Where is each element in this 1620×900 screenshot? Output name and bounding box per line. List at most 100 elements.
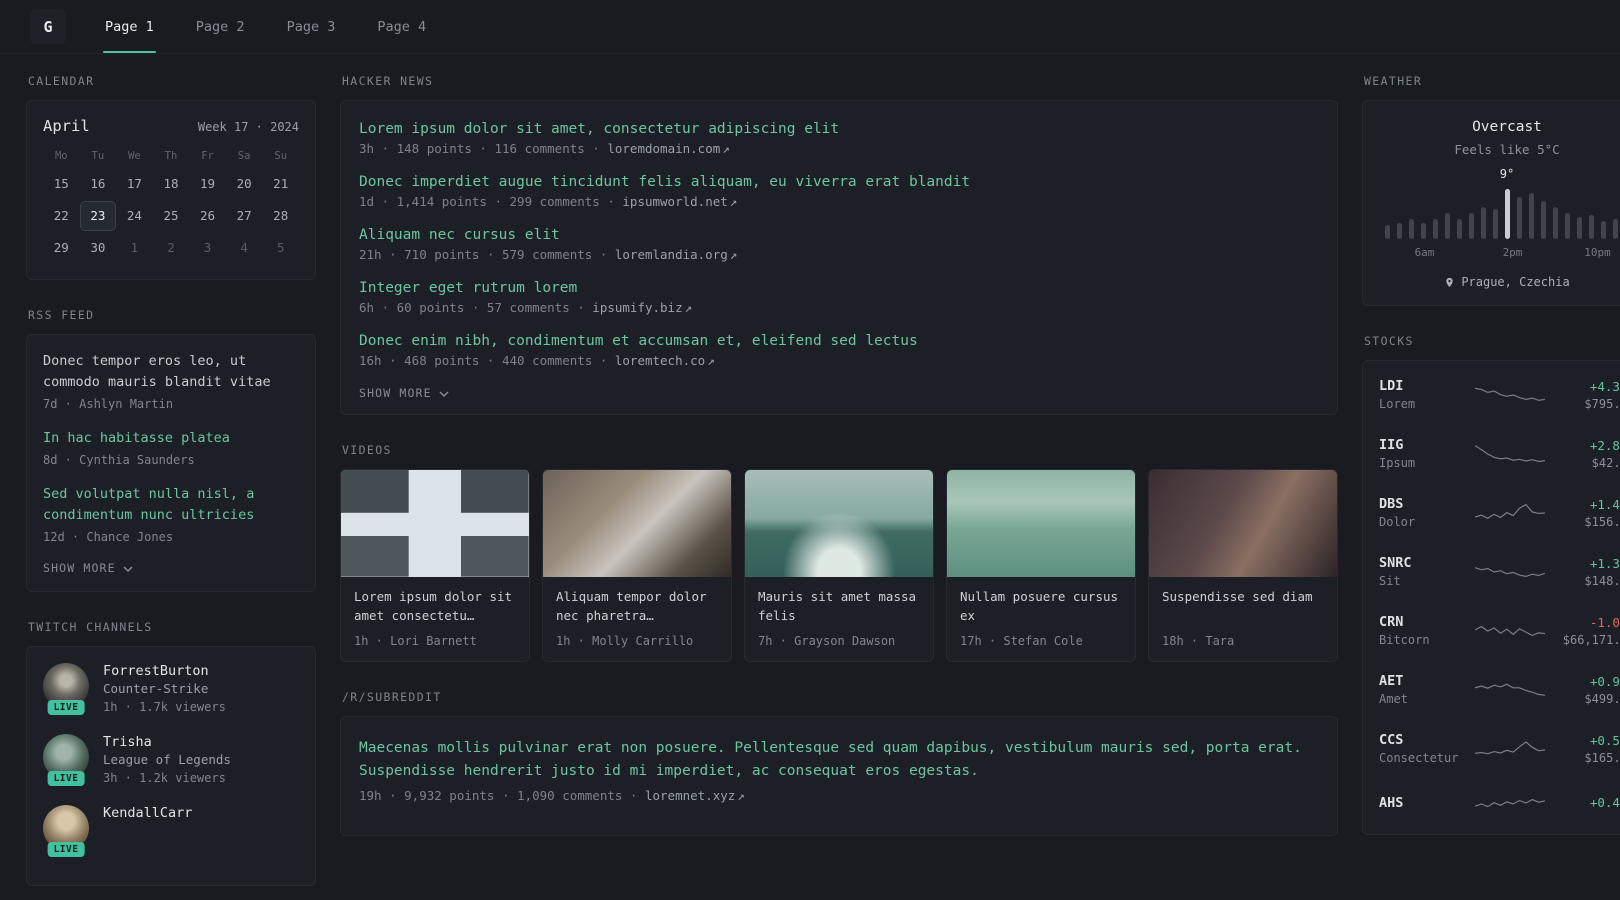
calendar-day: 1 [130,240,139,255]
live-badge: LIVE [47,699,85,715]
stock-change: +1.42% [1589,496,1620,512]
calendar-dow: We [128,150,141,162]
video-card[interactable]: Aliquam tempor dolor nec pharetra… 1h · … [542,469,732,662]
middle-column: HACKER NEWS Lorem ipsum dolor sit amet, … [340,62,1338,837]
channel-name: ForrestBurton [103,662,209,679]
top-nav: G Page 1 Page 2 Page 3 Page 4 [0,0,1620,54]
video-title: Lorem ipsum dolor sit amet consectetu… [354,589,513,624]
hn-domain-link[interactable]: ipsumworld.net [622,194,727,209]
stock-price: $66,171.48 [1562,632,1620,647]
video-thumbnail [341,470,529,577]
weather-bar [1600,221,1606,239]
video-title: Mauris sit amet massa felis [758,589,917,624]
hn-domain-link[interactable]: loremlandia.org [615,247,728,262]
rss-item-title[interactable]: In hac habitasse platea [43,428,299,449]
rss-item: Sed volutpat nulla nisl, a condimentum n… [43,484,299,546]
hn-item-title[interactable]: Donec imperdiet augue tincidunt felis al… [359,174,1319,190]
tab-page-4[interactable]: Page 4 [375,0,428,53]
channel-info: KendallCarr [103,805,192,851]
hn-item-title[interactable]: Integer eget rutrum lorem [359,280,1319,296]
stock-sparkline [1475,566,1545,577]
rss-item-title[interactable]: Donec tempor eros leo, ut commodo mauris… [43,351,299,393]
rss-item-meta: 8d · Cynthia Saunders [43,452,195,467]
calendar-day: 23 [79,201,117,231]
channel-info: ForrestBurton Counter-Strike 1h · 1.7k v… [103,663,226,716]
stock-id: CCS Consectetur [1379,732,1467,765]
external-link-icon: ↗ [684,300,693,315]
hn-item-meta: 6h · 60 points · 57 comments · ipsumify.… [359,300,1319,315]
rss-show-more-button[interactable]: SHOW MORE [43,561,133,575]
hn-domain-link[interactable]: loremtech.co [615,353,705,368]
weather-bar [1492,209,1498,239]
video-thumbnail [947,470,1135,577]
stock-row[interactable]: CCS Consectetur +0.51% $165.84 [1379,719,1620,778]
stock-row[interactable]: DBS Dolor +1.42% $156.28 [1379,483,1620,542]
stock-symbol: LDI [1379,378,1404,394]
stock-change: +0.46% [1589,795,1620,810]
calendar-day: 16 [90,176,106,191]
video-meta: 17h · Stefan Cole [960,634,1083,648]
weather-feels-like: Feels like 5°C [1454,142,1560,157]
hn-item-title[interactable]: Aliquam nec cursus elit [359,227,1319,243]
twitch-header: TWITCH CHANNELS [28,619,153,634]
hn-meta-text: 3h · 148 points · 116 comments · [359,141,608,156]
rss-item: Donec tempor eros leo, ut commodo mauris… [43,351,299,413]
channel-meta: 1h · 1.7k viewers [103,699,226,714]
hn-show-more-button[interactable]: SHOW MORE [359,386,449,400]
calendar-grid: Mo Tu We Th Fr Sa Su 15 16 17 18 19 20 21 22 23 24 25 26 27… [43,143,299,263]
hn-item-meta: 21h · 710 points · 579 comments · loreml… [359,247,1319,262]
weather-bar [1564,213,1570,239]
stock-values: +1.42% $156.28 [1553,497,1620,529]
twitch-channel-row[interactable]: LIVE KendallCarr [43,804,299,857]
stock-price: $156.28 [1584,514,1620,529]
chevron-down-icon [123,561,133,575]
stock-row[interactable]: CRN Bitcorn -1.00% $66,171.48 [1379,601,1620,660]
stock-name: Lorem [1379,397,1416,411]
stock-row[interactable]: SNRC Sit +1.36% $148.64 [1379,542,1620,601]
weather-bar [1588,215,1594,239]
video-card[interactable]: Lorem ipsum dolor sit amet consectetu… 1… [340,469,530,662]
hn-domain-link[interactable]: loremdomain.com [607,141,720,156]
tab-page-2[interactable]: Page 2 [194,0,247,53]
stock-row[interactable]: AHS +0.46% [1379,778,1620,830]
app-logo[interactable]: G [30,9,66,44]
subreddit-post-title[interactable]: Maecenas mollis pulvinar erat non posuer… [359,737,1319,783]
rss-item-title[interactable]: Sed volutpat nulla nisl, a condimentum n… [43,484,299,526]
weather-location-row: Prague, Czechia [1379,275,1620,289]
live-badge: LIVE [47,770,85,786]
tab-page-3[interactable]: Page 3 [285,0,338,53]
calendar-day: 20 [236,176,252,191]
stock-row[interactable]: IIG Ipsum +2.84% $42.04 [1379,424,1620,483]
calendar-day: 22 [53,208,69,223]
hn-item: Lorem ipsum dolor sit amet, consectetur … [359,121,1319,156]
twitch-channel-row[interactable]: LIVE ForrestBurton Counter-Strike 1h · 1… [43,662,299,716]
weather-bar [1480,207,1486,239]
video-card[interactable]: Mauris sit amet massa felis 7h · Grayson… [744,469,934,662]
twitch-channel-row[interactable]: LIVE Trisha League of Legends 3h · 1.2k … [43,733,299,787]
weather-bar [1516,197,1522,239]
hn-item-title[interactable]: Lorem ipsum dolor sit amet, consectetur … [359,121,1319,137]
hn-domain-link[interactable]: ipsumify.biz [592,300,682,315]
tab-page-1[interactable]: Page 1 [103,0,156,53]
stock-change: +0.51% [1589,732,1620,748]
calendar-header: CALENDAR [28,74,95,88]
hn-meta-text: 6h · 60 points · 57 comments · [359,300,593,315]
weather-bar [1540,201,1546,239]
live-badge: LIVE [47,841,85,857]
subreddit-header: /R/SUBREDDIT [342,690,442,704]
weather-time-labels: 6am 2pm 10pm [1385,246,1620,261]
calendar-week-label: Week 17 · 2024 [197,120,299,134]
stock-row[interactable]: AET Amet +0.92% $499.72 [1379,660,1620,719]
external-link-icon: ↗ [707,353,715,368]
subreddit-domain-link[interactable]: loremnet.xyz [645,788,735,803]
video-card[interactable]: Suspendisse sed diam 18h · Tara [1148,469,1338,662]
weather-time: 10pm [1584,246,1611,259]
weather-time: 6am [1414,246,1435,259]
stock-row[interactable]: LDI Lorem +4.35% $795.18 [1379,365,1620,424]
video-meta: 1h · Molly Carrillo [556,634,694,648]
hn-item-title[interactable]: Donec enim nibh, condimentum et accumsan… [359,333,1319,349]
video-card[interactable]: Nullam posuere cursus ex 17h · Stefan Co… [946,469,1136,662]
stock-symbol: AHS [1379,794,1404,811]
show-more-label: SHOW MORE [43,560,116,575]
weather-bar [1552,207,1558,239]
